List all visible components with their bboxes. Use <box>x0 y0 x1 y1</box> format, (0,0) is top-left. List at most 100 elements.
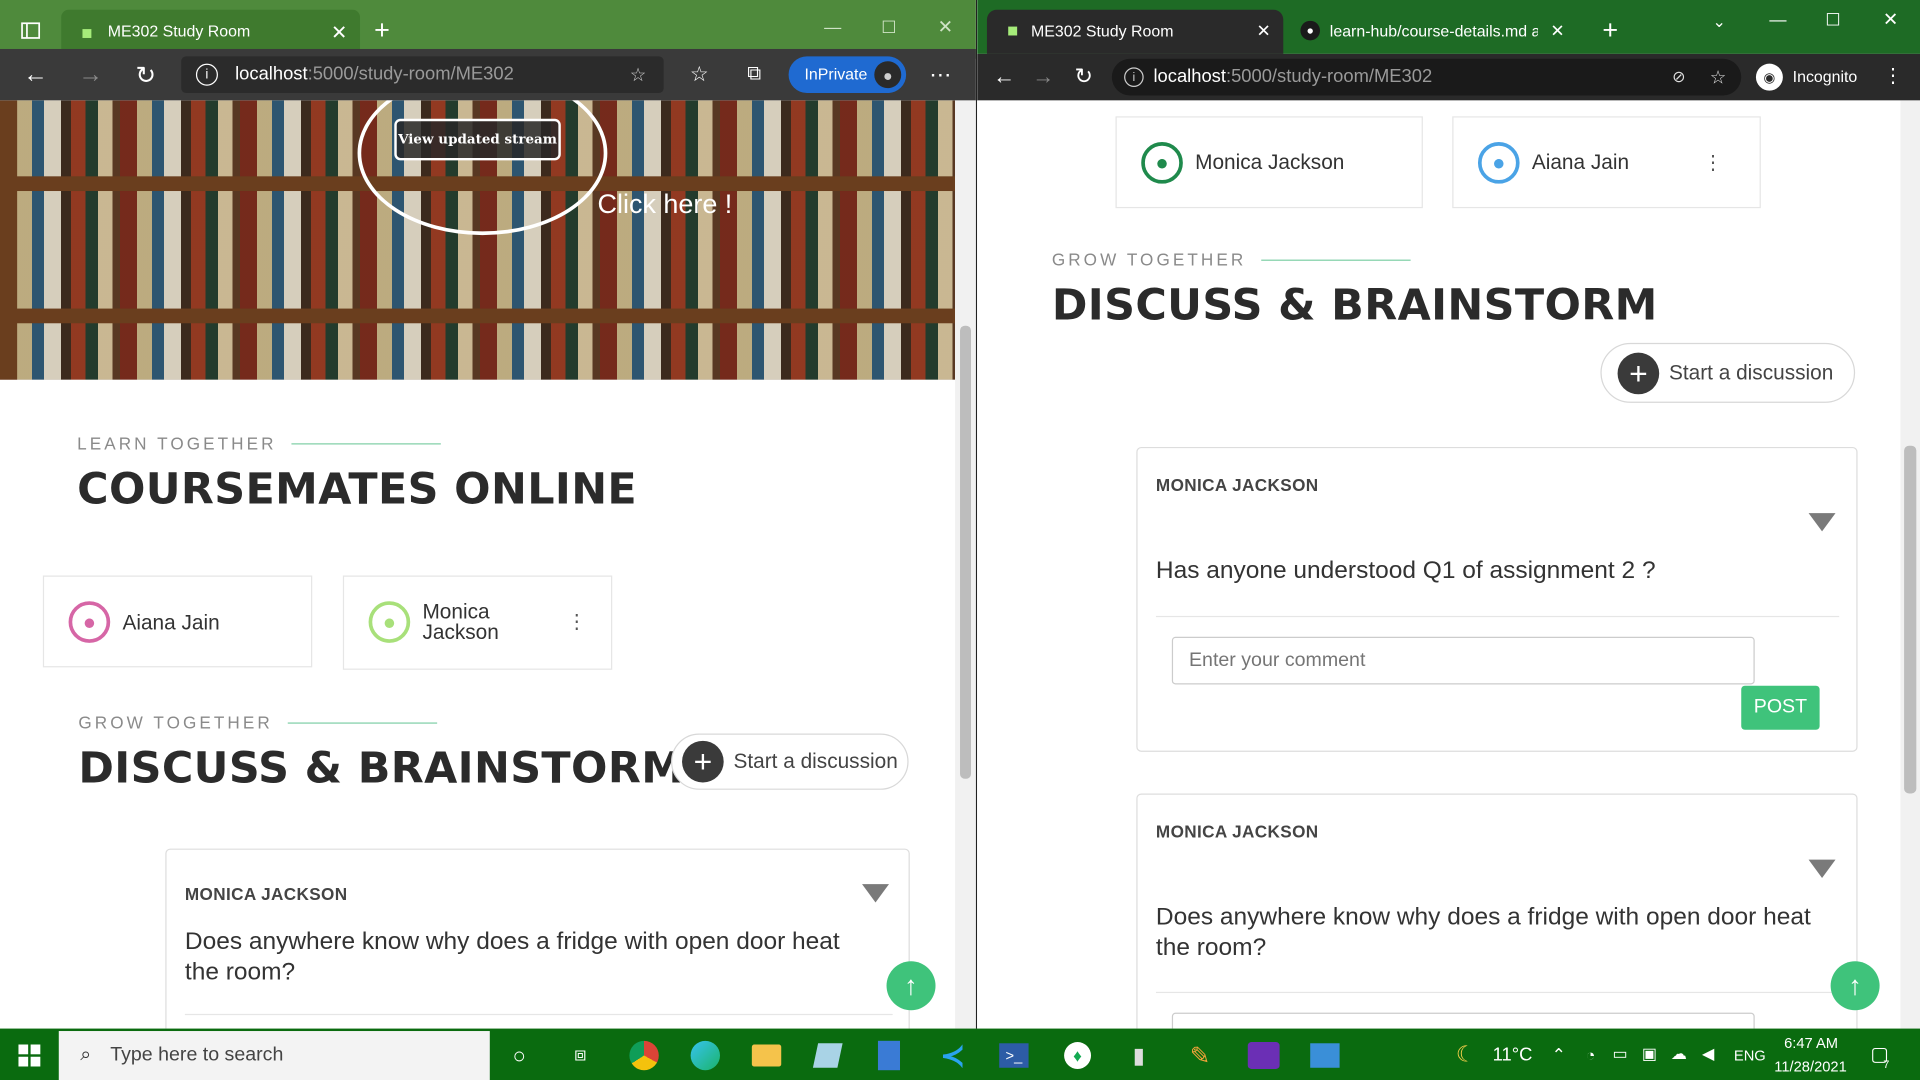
user-avatar-icon: ● <box>368 601 411 643</box>
post-question: Does anywhere know why does a fridge wit… <box>184 928 840 986</box>
expand-caret-icon[interactable] <box>1808 859 1836 878</box>
start-discussion-button[interactable]: + Start a discussion <box>671 733 909 790</box>
expand-caret-icon[interactable] <box>862 884 889 903</box>
discussion-post: MONICA JACKSON Does anywhere know why do… <box>1136 793 1858 1029</box>
user-avatar-icon: ● <box>68 601 111 643</box>
windows-start-icon[interactable] <box>5 1031 54 1080</box>
post-comment-button[interactable]: POST <box>1741 685 1820 730</box>
calculator-icon[interactable] <box>864 1031 913 1080</box>
maximize-icon[interactable]: ☐ <box>877 15 901 39</box>
refresh-icon[interactable]: ↻ <box>132 61 159 89</box>
incognito-icon: ◉ <box>1755 63 1783 91</box>
post-question: Does anywhere know why does a fridge wit… <box>1155 903 1811 962</box>
edge-app-icon[interactable] <box>681 1031 730 1080</box>
cloud-icon[interactable]: ☁ <box>1668 1041 1690 1068</box>
task-view-icon[interactable]: ⧈ <box>556 1031 605 1080</box>
info-icon[interactable]: i <box>1124 67 1144 87</box>
eye-off-icon[interactable]: ⊘ <box>1668 66 1690 88</box>
network-icon[interactable]: ◔ <box>1580 1041 1602 1068</box>
photos-icon[interactable] <box>1300 1031 1349 1080</box>
weather-moon-icon[interactable]: ☾ <box>1452 1041 1479 1068</box>
tab-search-icon[interactable]: ⌄ <box>1707 10 1731 34</box>
view-updated-stream-button[interactable]: View updated stream <box>394 118 561 161</box>
minimize-icon[interactable]: — <box>820 15 844 39</box>
post-author: MONICA JACKSON <box>1155 821 1319 842</box>
address-bar[interactable]: i localhost:5000/study-room/ME302 ☆ <box>181 56 664 94</box>
github-icon: ● <box>1300 20 1321 41</box>
notification-count: 7 <box>1883 1057 1890 1071</box>
vscode-icon[interactable]: ≺ <box>928 1031 977 1080</box>
chrome-app-icon[interactable] <box>620 1031 669 1080</box>
member-card-monica[interactable]: ● Monica Jackson ⋮ <box>342 575 613 670</box>
mongodb-icon[interactable]: ♦ <box>1053 1031 1102 1080</box>
tab-title: ME302 Study Room <box>107 22 251 41</box>
tab-title: learn-hub/course-details.md at m <box>1329 22 1538 41</box>
refresh-icon[interactable]: ↻ <box>1071 63 1095 88</box>
more-icon[interactable]: ⋮ <box>1883 64 1903 88</box>
recorder-icon[interactable]: ▮ <box>1114 1031 1163 1080</box>
book-icon: ■ <box>81 22 93 44</box>
close-window-icon[interactable]: ✕ <box>1878 7 1902 31</box>
member-name: Aiana Jain <box>1531 150 1630 174</box>
member-menu-icon[interactable]: ⋮ <box>567 609 587 636</box>
member-card-aiana[interactable]: ● Aiana Jain <box>42 575 313 668</box>
discussion-post: MONICA JACKSON Does anywhere know why do… <box>165 848 910 1029</box>
page-scrollbar[interactable] <box>1900 100 1920 1029</box>
paint-icon[interactable]: ✎ <box>1176 1031 1225 1080</box>
volume-icon[interactable]: ◀ <box>1697 1041 1719 1068</box>
address-bar[interactable]: i localhost:5000/study-room/ME302 ⊘ ☆ <box>1111 58 1742 96</box>
member-card-monica[interactable]: ● Monica Jackson <box>1115 116 1423 209</box>
add-favorite-icon[interactable]: ☆ <box>627 64 649 86</box>
close-tab-icon[interactable]: ✕ <box>1548 20 1568 41</box>
clock-time[interactable]: 6:47 AM <box>1784 1035 1838 1052</box>
forward-icon[interactable]: → <box>77 61 104 88</box>
close-window-icon[interactable]: ✕ <box>933 15 957 39</box>
member-card-aiana[interactable]: ● Aiana Jain ⋮ <box>1452 116 1761 209</box>
cortana-icon[interactable]: ○ <box>495 1031 544 1080</box>
url-path: :5000/study-room/ME302 <box>307 63 514 85</box>
weather-temp[interactable]: 11°C <box>1493 1044 1533 1065</box>
info-icon[interactable]: i <box>195 63 218 86</box>
chrome-tab-github[interactable]: ● learn-hub/course-details.md at m ✕ <box>1291 10 1570 54</box>
language-indicator[interactable]: ENG <box>1734 1047 1766 1064</box>
taskbar-search-box[interactable]: ⌕ Type here to search <box>58 1031 490 1080</box>
inprivate-badge[interactable]: InPrivate ● <box>788 56 907 94</box>
discuss-heading: DISCUSS & BRAINSTORM <box>78 744 685 794</box>
clock-date[interactable]: 11/28/2021 <box>1774 1058 1846 1075</box>
show-hidden-icons[interactable]: ⌃ <box>1548 1041 1570 1068</box>
powershell-icon[interactable]: >_ <box>989 1031 1038 1080</box>
search-icon: ⌕ <box>80 1044 92 1066</box>
tab-actions-icon[interactable] <box>15 17 47 44</box>
media-app-icon[interactable] <box>1239 1031 1288 1080</box>
device-icon[interactable]: ▣ <box>1638 1041 1660 1068</box>
back-icon[interactable]: ← <box>22 61 49 88</box>
maximize-icon[interactable]: ☐ <box>1821 7 1845 31</box>
bookmark-star-icon[interactable]: ☆ <box>1707 66 1729 88</box>
forward-icon[interactable]: → <box>1031 63 1055 88</box>
close-tab-icon[interactable]: ✕ <box>1254 20 1274 41</box>
close-tab-icon[interactable]: ✕ <box>328 22 350 44</box>
notes-app-icon[interactable] <box>803 1031 852 1080</box>
collections-icon[interactable]: ⧉ <box>741 61 768 88</box>
scroll-to-top-button[interactable]: ↑ <box>886 961 936 1011</box>
favorites-icon[interactable]: ☆ <box>686 61 713 88</box>
more-icon[interactable]: ⋯ <box>926 61 955 88</box>
chrome-active-tab[interactable]: ■ ME302 Study Room ✕ <box>986 9 1284 54</box>
new-tab-icon[interactable]: + <box>1597 15 1624 46</box>
file-explorer-icon[interactable] <box>742 1031 791 1080</box>
scroll-to-top-button[interactable]: ↑ <box>1830 961 1880 1011</box>
chrome-window: ■ ME302 Study Room ✕ ● learn-hub/course-… <box>977 0 1920 1029</box>
comment-input[interactable] <box>1171 636 1755 685</box>
user-avatar-icon: ● <box>1141 142 1183 184</box>
new-tab-icon[interactable]: + <box>367 15 396 46</box>
minimize-icon[interactable]: — <box>1766 7 1790 31</box>
page-scrollbar[interactable] <box>955 100 976 1029</box>
incognito-label: Incognito <box>1792 67 1858 86</box>
expand-caret-icon[interactable] <box>1808 513 1836 532</box>
plus-icon: + <box>1617 352 1660 394</box>
battery-icon[interactable]: ▭ <box>1609 1041 1631 1068</box>
member-menu-icon[interactable]: ⋮ <box>1703 149 1723 176</box>
back-icon[interactable]: ← <box>992 63 1016 88</box>
start-discussion-button[interactable]: + Start a discussion <box>1600 342 1856 403</box>
discuss-heading: DISCUSS & BRAINSTORM <box>1051 281 1658 331</box>
